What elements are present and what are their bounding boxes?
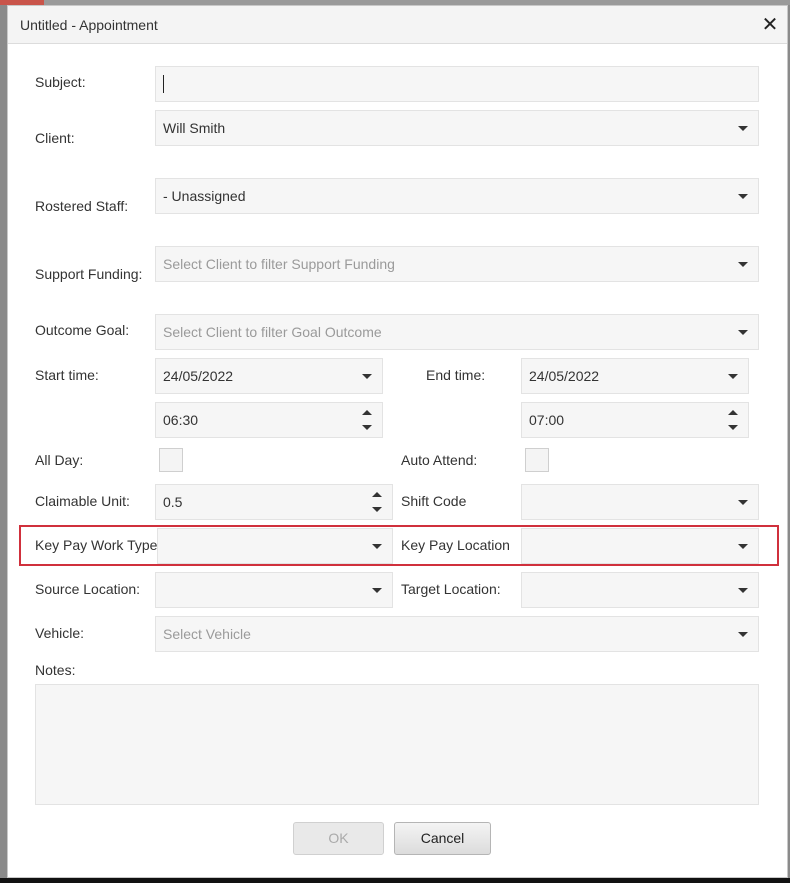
rostered-staff-select[interactable]: - Unassigned	[155, 178, 759, 214]
support-funding-placeholder: Select Client to filter Support Funding	[163, 256, 395, 272]
chevron-down-icon	[738, 194, 748, 199]
dialog-title: Untitled - Appointment	[20, 17, 158, 33]
spin-up-icon[interactable]	[372, 492, 382, 497]
auto-attend-checkbox[interactable]	[525, 448, 549, 472]
dialog-titlebar: Untitled - Appointment ✕	[8, 6, 787, 44]
spin-down-icon[interactable]	[372, 507, 382, 512]
chevron-down-icon	[738, 632, 748, 637]
rostered-staff-value: - Unassigned	[163, 188, 246, 204]
subject-input[interactable]	[155, 66, 759, 102]
notes-textarea[interactable]	[35, 684, 759, 805]
outcome-goal-select[interactable]: Select Client to filter Goal Outcome	[155, 314, 759, 350]
spin-down-icon[interactable]	[362, 425, 372, 430]
shift-code-label: Shift Code	[401, 493, 467, 509]
start-time-value: 06:30	[163, 412, 199, 428]
end-time-value: 07:00	[529, 412, 565, 428]
text-cursor	[163, 75, 164, 93]
end-time-label: End time:	[426, 367, 486, 383]
key-pay-location-select[interactable]	[521, 528, 759, 564]
chevron-down-icon	[362, 374, 372, 379]
end-date-picker[interactable]: 24/05/2022	[521, 358, 749, 394]
chevron-down-icon	[372, 544, 382, 549]
spin-up-icon[interactable]	[728, 410, 738, 415]
chevron-down-icon	[738, 544, 748, 549]
all-day-checkbox[interactable]	[159, 448, 183, 472]
client-select[interactable]: Will Smith	[155, 110, 759, 146]
backdrop-bottom	[0, 878, 790, 883]
claimable-unit-label: Claimable Unit:	[35, 493, 130, 509]
ok-button[interactable]: OK	[293, 822, 384, 855]
support-funding-select[interactable]: Select Client to filter Support Funding	[155, 246, 759, 282]
subject-label: Subject:	[35, 74, 86, 90]
auto-attend-label: Auto Attend:	[401, 452, 478, 468]
start-date-value: 24/05/2022	[163, 368, 234, 384]
shift-code-select[interactable]	[521, 484, 759, 520]
spin-up-icon[interactable]	[362, 410, 372, 415]
chevron-down-icon	[738, 330, 748, 335]
all-day-label: All Day:	[35, 452, 84, 468]
vehicle-label: Vehicle:	[35, 625, 85, 641]
key-pay-work-types-select[interactable]	[157, 528, 393, 564]
chevron-down-icon	[738, 500, 748, 505]
claimable-unit-value: 0.5	[163, 494, 183, 510]
client-label: Client:	[35, 130, 75, 146]
chevron-down-icon	[738, 126, 748, 131]
client-value: Will Smith	[163, 120, 226, 136]
target-location-label: Target Location:	[401, 581, 501, 597]
spin-down-icon[interactable]	[728, 425, 738, 430]
target-location-select[interactable]	[521, 572, 759, 608]
rostered-staff-label: Rostered Staff:	[35, 198, 129, 214]
chevron-down-icon	[738, 262, 748, 267]
end-time-stepper[interactable]: 07:00	[521, 402, 749, 438]
start-time-stepper[interactable]: 06:30	[155, 402, 383, 438]
source-location-select[interactable]	[155, 572, 393, 608]
key-pay-location-label: Key Pay Location	[401, 537, 510, 553]
chevron-down-icon	[738, 588, 748, 593]
notes-label: Notes:	[35, 662, 76, 678]
key-pay-work-types-label: Key Pay Work Types	[35, 537, 165, 553]
vehicle-placeholder: Select Vehicle	[163, 626, 251, 642]
start-time-label: Start time:	[35, 367, 99, 383]
cancel-button[interactable]: Cancel	[394, 822, 491, 855]
close-icon[interactable]: ✕	[760, 14, 780, 34]
outcome-goal-label: Outcome Goal:	[35, 322, 130, 338]
chevron-down-icon	[728, 374, 738, 379]
start-date-picker[interactable]: 24/05/2022	[155, 358, 383, 394]
end-date-value: 24/05/2022	[529, 368, 600, 384]
chevron-down-icon	[372, 588, 382, 593]
vehicle-select[interactable]: Select Vehicle	[155, 616, 759, 652]
outcome-goal-placeholder: Select Client to filter Goal Outcome	[163, 324, 382, 340]
source-location-label: Source Location:	[35, 581, 141, 597]
support-funding-label: Support Funding:	[35, 266, 143, 282]
claimable-unit-stepper[interactable]: 0.5	[155, 484, 393, 520]
